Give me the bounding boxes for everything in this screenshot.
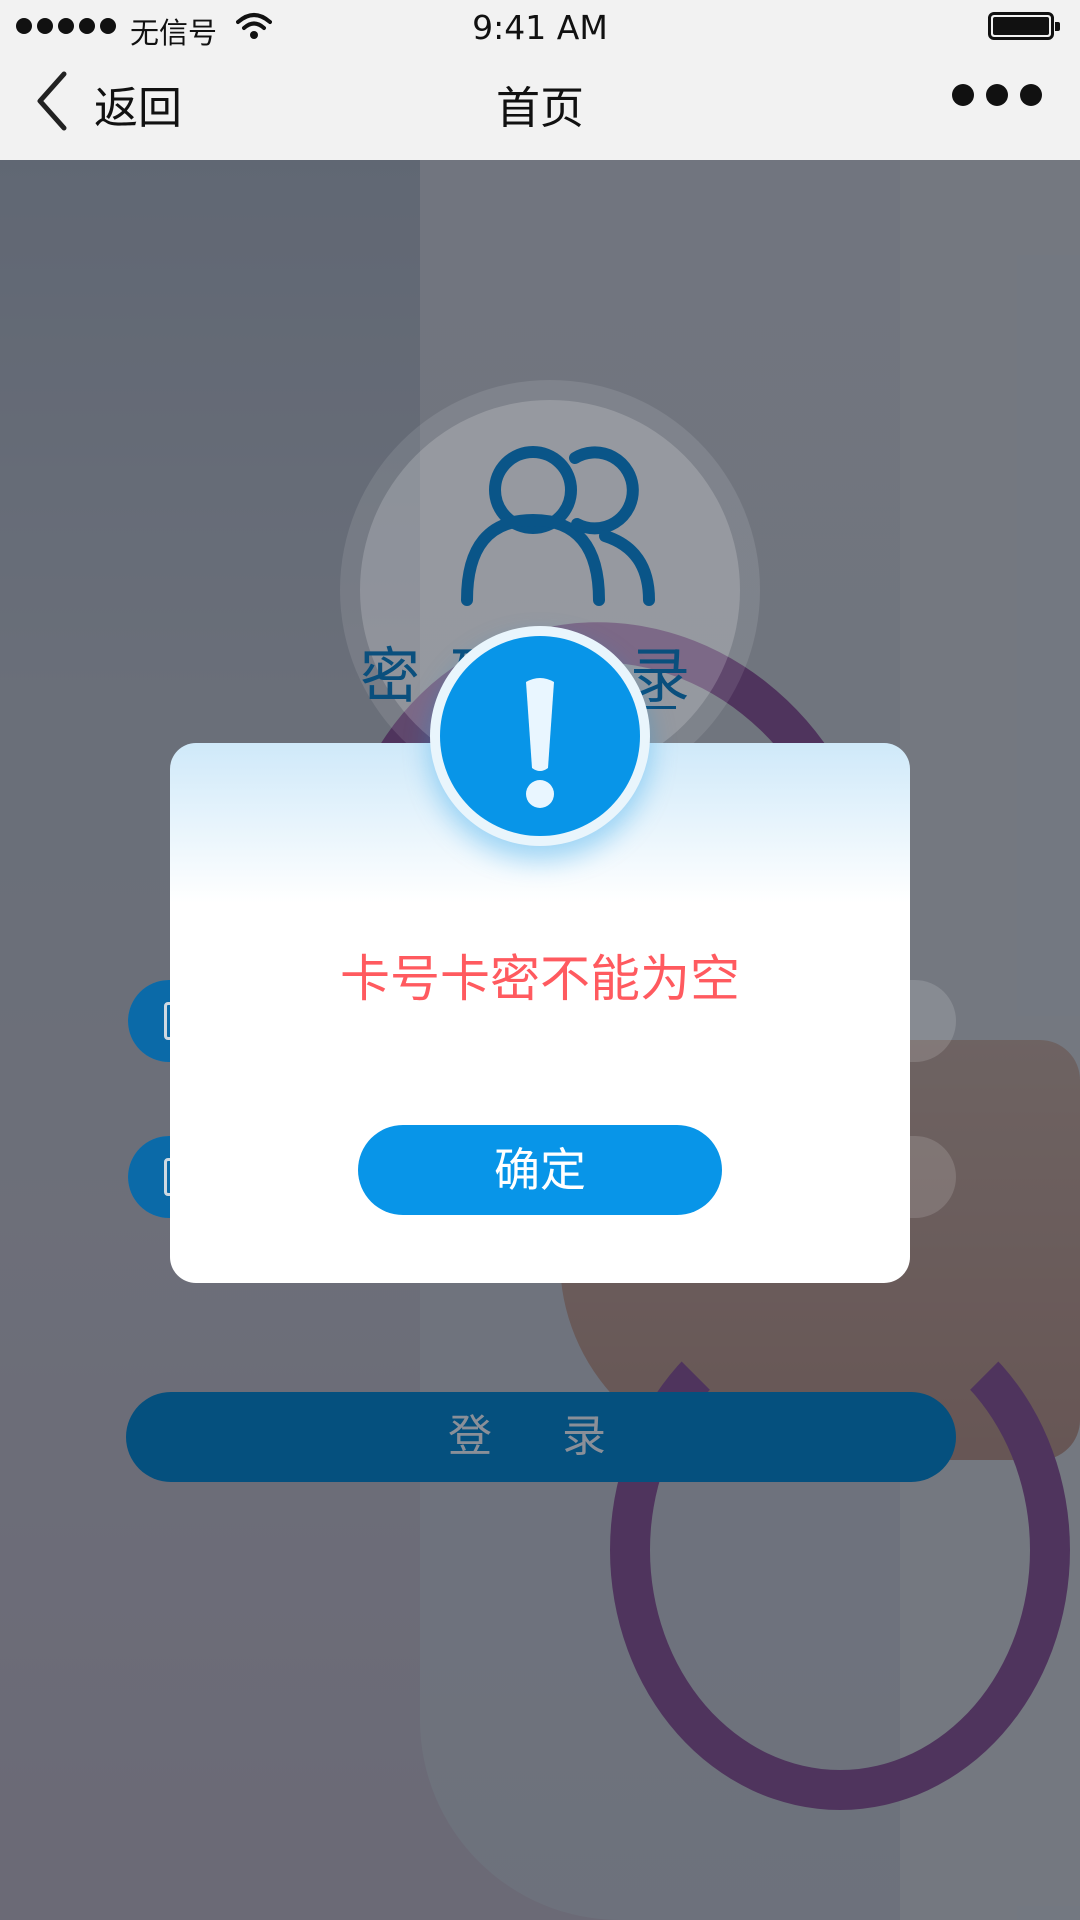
battery-icon (988, 12, 1060, 40)
alert-icon (526, 678, 554, 808)
alert-icon-circle (440, 636, 640, 836)
alert-message: 卡号卡密不能为空 (340, 950, 740, 1008)
page-title: 首页 (496, 83, 584, 134)
login-button[interactable]: 登 录 (126, 1392, 956, 1482)
status-time: 9:41 AM (472, 8, 608, 47)
user-group-icon (461, 446, 655, 606)
nav-bar: 返回 首页 (0, 56, 1080, 160)
more-icon[interactable] (952, 84, 1042, 106)
status-bar: 无信号 9:41 AM (0, 0, 1080, 56)
confirm-button[interactable]: 确定 (358, 1125, 722, 1215)
